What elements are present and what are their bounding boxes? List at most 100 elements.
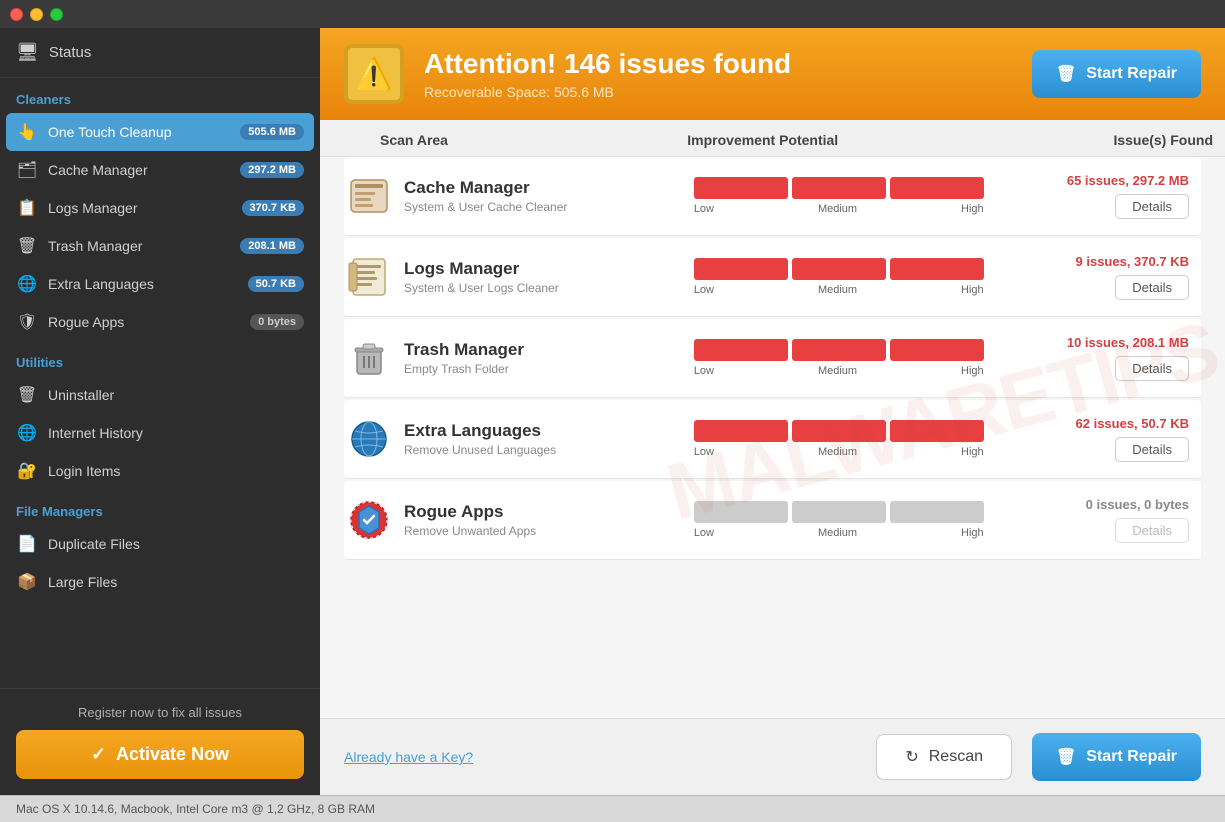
alert-subtitle: Recoverable Space: 505.6 MB	[424, 84, 1012, 100]
progress-med	[792, 501, 886, 523]
large-files-icon: 📦	[16, 572, 38, 592]
extra-languages-row-name: Extra Languages	[404, 421, 694, 441]
rogue-apps-row-info: Rogue Apps Remove Unwanted Apps	[404, 502, 694, 538]
sidebar-item-internet-history[interactable]: 🌐 Internet History	[0, 414, 320, 452]
table-row: Rogue Apps Remove Unwanted Apps Low Medi…	[344, 481, 1201, 560]
internet-icon: 🌐	[16, 423, 38, 443]
rogue-apps-details-button: Details	[1115, 518, 1189, 543]
maximize-button[interactable]	[50, 8, 63, 21]
cache-manager-badge: 297.2 MB	[240, 162, 304, 178]
sidebar-item-large-files[interactable]: 📦 Large Files	[0, 563, 320, 601]
progress-low	[694, 339, 788, 361]
status-bar: Mac OS X 10.14.6, Macbook, Intel Core m3…	[0, 795, 1225, 822]
progress-high	[890, 258, 984, 280]
register-area: Register now to fix all issues ✓ Activat…	[0, 688, 320, 795]
extra-languages-details-button[interactable]: Details	[1115, 437, 1189, 462]
repair-icon-top: 🗑	[1056, 64, 1076, 84]
sidebar-item-rogue-apps[interactable]: 🛡 Rogue Apps 0 bytes	[0, 303, 320, 341]
start-repair-label-top: Start Repair	[1086, 65, 1177, 83]
uninstaller-icon: 🗑	[16, 385, 38, 405]
progress-med	[792, 177, 886, 199]
sidebar-status-item[interactable]: 🖥 Status	[0, 28, 320, 78]
trash-manager-row-info: Trash Manager Empty Trash Folder	[404, 340, 694, 376]
duplicate-files-label: Duplicate Files	[48, 536, 304, 552]
bottom-bar: Already have a Key? ↻ Rescan 🗑 Start Rep…	[320, 718, 1225, 795]
sidebar-item-uninstaller[interactable]: 🗑 Uninstaller	[0, 376, 320, 414]
sidebar-item-logs-manager[interactable]: 📋 Logs Manager 370.7 KB	[0, 189, 320, 227]
alert-text: Attention! 146 issues found Recoverable …	[424, 48, 1012, 100]
alert-banner: ⚠️ Attention! 146 issues found Recoverab…	[320, 28, 1225, 120]
app-container: 🖥 Status Cleaners 👆 One Touch Cleanup 50…	[0, 28, 1225, 795]
trash-manager-row-name: Trash Manager	[404, 340, 694, 360]
logs-icon: 📋	[16, 198, 38, 218]
cache-manager-progress: Low Medium High	[694, 177, 984, 215]
close-button[interactable]	[10, 8, 23, 21]
duplicate-icon: 📄	[16, 534, 38, 554]
shield-icon: 🛡	[16, 312, 38, 332]
touch-icon: 👆	[16, 122, 38, 142]
checkmark-icon: ✓	[91, 744, 106, 765]
sidebar-item-one-touch-cleanup[interactable]: 👆 One Touch Cleanup 505.6 MB	[6, 113, 314, 151]
start-repair-button-top[interactable]: 🗑 Start Repair	[1032, 50, 1201, 98]
logs-manager-issues: 9 issues, 370.7 KB Details	[984, 254, 1201, 300]
rogue-issue-count: 0 issues, 0 bytes	[984, 497, 1189, 512]
rogue-apps-label: Rogue Apps	[48, 314, 240, 330]
repair-icon-bottom: 🗑	[1056, 747, 1076, 767]
extra-languages-badge: 50.7 KB	[248, 276, 304, 292]
table-row: Extra Languages Remove Unused Languages …	[344, 400, 1201, 479]
sidebar-item-duplicate-files[interactable]: 📄 Duplicate Files	[0, 525, 320, 563]
progress-med	[792, 339, 886, 361]
file-managers-section-label: File Managers	[0, 490, 320, 525]
rescan-button[interactable]: ↻ Rescan	[876, 734, 1012, 780]
logs-issue-count: 9 issues, 370.7 KB	[984, 254, 1189, 269]
cache-details-button[interactable]: Details	[1115, 194, 1189, 219]
trash-icon: 🗑	[16, 236, 38, 256]
language-icon: 🌐	[16, 274, 38, 294]
rogue-apps-issues: 0 issues, 0 bytes Details	[984, 497, 1201, 543]
already-have-key-link[interactable]: Already have a Key?	[344, 749, 473, 765]
extra-languages-row-info: Extra Languages Remove Unused Languages	[404, 421, 694, 457]
sidebar: 🖥 Status Cleaners 👆 One Touch Cleanup 50…	[0, 28, 320, 795]
start-repair-button-bottom[interactable]: 🗑 Start Repair	[1032, 733, 1201, 781]
progress-low	[694, 258, 788, 280]
trash-details-button[interactable]: Details	[1115, 356, 1189, 381]
cache-issue-count: 65 issues, 297.2 MB	[984, 173, 1189, 188]
trash-manager-progress: Low Medium High	[694, 339, 984, 377]
sidebar-item-trash-manager[interactable]: 🗑 Trash Manager 208.1 MB	[0, 227, 320, 265]
cache-manager-row-info: Cache Manager System & User Cache Cleane…	[404, 178, 694, 214]
utilities-section-label: Utilities	[0, 341, 320, 376]
uninstaller-label: Uninstaller	[48, 387, 304, 403]
logs-manager-row-name: Logs Manager	[404, 259, 694, 279]
one-touch-cleanup-label: One Touch Cleanup	[48, 124, 230, 140]
logs-manager-row-desc: System & User Logs Cleaner	[404, 281, 694, 295]
logs-manager-progress: Low Medium High	[694, 258, 984, 296]
trash-issue-count: 10 issues, 208.1 MB	[984, 335, 1189, 350]
sidebar-item-extra-languages[interactable]: 🌐 Extra Languages 50.7 KB	[0, 265, 320, 303]
sidebar-item-cache-manager[interactable]: 🗂 Cache Manager 297.2 MB	[0, 151, 320, 189]
title-bar	[0, 0, 1225, 28]
register-text: Register now to fix all issues	[16, 705, 304, 720]
activate-now-button[interactable]: ✓ Activate Now	[16, 730, 304, 779]
sidebar-item-login-items[interactable]: 🔐 Login Items	[0, 452, 320, 490]
rogue-apps-row-name: Rogue Apps	[404, 502, 694, 522]
minimize-button[interactable]	[30, 8, 43, 21]
progress-high	[890, 339, 984, 361]
progress-labels: Low Medium High	[694, 284, 984, 296]
logs-details-button[interactable]: Details	[1115, 275, 1189, 300]
extra-issue-count: 62 issues, 50.7 KB	[984, 416, 1189, 431]
extra-languages-row-icon	[344, 414, 394, 464]
progress-high	[890, 501, 984, 523]
start-repair-label-bottom: Start Repair	[1086, 748, 1177, 766]
table-row: Trash Manager Empty Trash Folder Low Med…	[344, 319, 1201, 398]
progress-labels: Low Medium High	[694, 527, 984, 539]
alert-title: Attention! 146 issues found	[424, 48, 1012, 80]
large-files-label: Large Files	[48, 574, 304, 590]
warning-icon: ⚠️	[344, 44, 404, 104]
main-content: ⚠️ Attention! 146 issues found Recoverab…	[320, 28, 1225, 795]
extra-languages-label: Extra Languages	[48, 276, 238, 292]
cache-manager-label: Cache Manager	[48, 162, 230, 178]
rogue-apps-badge: 0 bytes	[250, 314, 304, 330]
logs-manager-label: Logs Manager	[48, 200, 232, 216]
progress-med	[792, 258, 886, 280]
progress-low	[694, 177, 788, 199]
